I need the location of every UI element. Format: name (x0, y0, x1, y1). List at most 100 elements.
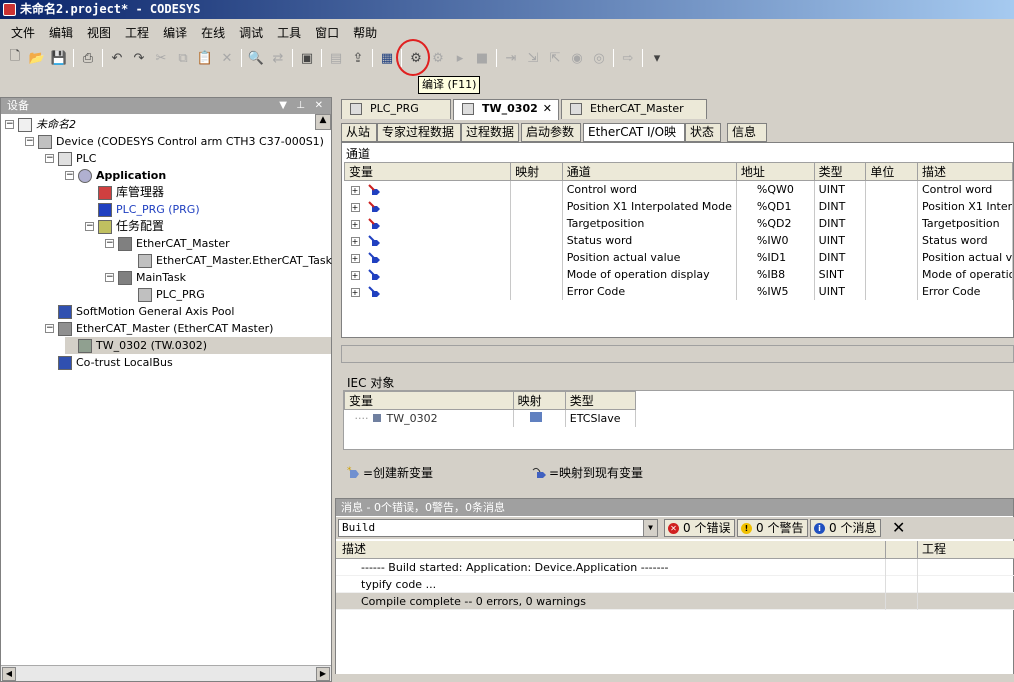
channel-row[interactable]: + Error Code %IW5 UINT Error Code (344, 282, 1014, 300)
expand-toggle-icon[interactable]: + (350, 270, 360, 280)
tree-item[interactable]: PLC_PRG (125, 286, 205, 303)
mapping-cell[interactable] (510, 282, 563, 300)
iec-variable-cell[interactable]: ···· TW_0302 (344, 409, 514, 427)
redo-icon[interactable]: ↷ (128, 47, 150, 69)
toolbar-options-icon[interactable]: ▾ (646, 47, 668, 69)
menu-item-8[interactable]: 窗口 (308, 23, 346, 43)
errors-filter-button[interactable]: ✕ 0 个错误 (664, 519, 736, 537)
warnings-filter-button[interactable]: ! 0 个警告 (737, 519, 809, 537)
sub-tab[interactable]: 状态 (685, 123, 721, 142)
stop-icon[interactable]: ■ (471, 47, 493, 69)
expand-toggle-icon[interactable]: + (350, 253, 360, 263)
variable-cell[interactable]: + (344, 180, 512, 198)
scroll-right-icon[interactable]: ▶ (316, 667, 330, 681)
run-icon[interactable]: ▸ (449, 47, 471, 69)
variable-cell[interactable]: + (344, 214, 512, 232)
open-folder-icon[interactable]: 📂 (26, 47, 48, 69)
close-tab-icon[interactable]: ✕ (543, 100, 552, 118)
collapse-toggle-icon[interactable]: − (25, 137, 34, 146)
menu-item-6[interactable]: 调试 (232, 23, 270, 43)
menu-item-7[interactable]: 工具 (270, 23, 308, 43)
iec-row[interactable]: ···· TW_0302 ETCSlave (344, 409, 637, 427)
message-row[interactable]: Compile complete -- 0 errors, 0 warnings (336, 593, 1014, 610)
collapse-toggle-icon[interactable]: − (45, 324, 54, 333)
message-row[interactable]: typify code ... (336, 576, 1014, 593)
menu-item-2[interactable]: 视图 (80, 23, 118, 43)
undo-icon[interactable]: ↶ (106, 47, 128, 69)
mapping-cell[interactable] (510, 214, 563, 232)
tree-item[interactable]: − PLC (45, 150, 96, 167)
breakpoint-icon[interactable]: ◉ (566, 47, 588, 69)
logout-icon[interactable]: ⚙ (427, 47, 449, 69)
collapse-toggle-icon[interactable]: − (105, 239, 114, 248)
mapping-cell[interactable] (510, 231, 563, 249)
sub-tab[interactable]: 从站 (341, 123, 377, 142)
tree-item[interactable]: SoftMotion General Axis Pool (45, 303, 234, 320)
column-header[interactable]: 通道 (561, 162, 737, 181)
iec-column-header[interactable]: 类型 (564, 391, 637, 410)
iec-column-header[interactable]: 映射 (512, 391, 566, 410)
variable-cell[interactable]: + (344, 231, 512, 249)
sub-tab[interactable]: 信息 (727, 123, 767, 142)
tree-item[interactable]: − Application (65, 167, 166, 184)
variable-cell[interactable]: + (344, 197, 512, 215)
sub-tab[interactable]: EtherCAT I/O映射 (583, 123, 685, 156)
tree-item[interactable]: 库管理器 (85, 184, 164, 201)
show-next-statement-icon[interactable]: ⇨ (617, 47, 639, 69)
tree-item[interactable]: − MainTask (105, 269, 186, 286)
mapping-cell[interactable] (510, 265, 563, 283)
variable-cell[interactable]: + (344, 248, 512, 266)
tree-item[interactable]: TW_0302 (TW.0302) (65, 337, 331, 354)
tree-item[interactable]: − EtherCAT_Master (105, 235, 230, 252)
sub-tab[interactable]: 专家过程数据 (377, 123, 461, 142)
set-active-icon[interactable]: ⇪ (347, 47, 369, 69)
expand-toggle-icon[interactable]: + (350, 287, 360, 297)
new-file-icon[interactable]: 🗋 (4, 47, 26, 69)
add-object-icon[interactable]: ▤ (325, 47, 347, 69)
close-icon[interactable]: ✕ (315, 98, 323, 114)
tree-item[interactable]: − EtherCAT_Master (EtherCAT Master) (45, 320, 273, 337)
column-header[interactable]: 变量 (343, 162, 512, 181)
mapping-cell[interactable] (510, 197, 563, 215)
iec-mapping-cell[interactable] (513, 409, 566, 427)
sub-tab[interactable]: 过程数据 (461, 123, 519, 142)
save-icon[interactable]: 💾 (48, 47, 70, 69)
tree-item[interactable]: − 任务配置 (85, 218, 164, 235)
channel-row[interactable]: + Position actual value %ID1 DINT Position a… (344, 248, 1014, 266)
scroll-left-icon[interactable]: ◀ (2, 667, 16, 681)
mapping-cell[interactable] (510, 180, 563, 198)
scroll-up-icon[interactable]: ▲ (315, 114, 331, 130)
step-out-icon[interactable]: ⇱ (544, 47, 566, 69)
step-into-icon[interactable]: ⇲ (522, 47, 544, 69)
select-all-icon[interactable]: ▣ (296, 47, 318, 69)
doc-tab[interactable]: EtherCAT_Master (561, 99, 707, 119)
menu-item-0[interactable]: 文件 (4, 23, 42, 43)
dropdown-icon[interactable]: ▼ (279, 98, 287, 114)
menu-item-3[interactable]: 工程 (118, 23, 156, 43)
variable-cell[interactable]: + (344, 282, 512, 300)
find-icon[interactable]: 🔍 (245, 47, 267, 69)
build-icon[interactable]: ▦ (376, 47, 398, 69)
channel-scrollbar[interactable] (341, 345, 1014, 363)
iec-column-header[interactable]: 变量 (344, 391, 514, 410)
collapse-toggle-icon[interactable]: − (65, 171, 74, 180)
column-header[interactable]: 映射 (510, 162, 563, 181)
channel-row[interactable]: + Status word %IW0 UINT Status word (344, 231, 1014, 249)
expand-toggle-icon[interactable]: + (350, 219, 360, 229)
replace-icon[interactable]: ⇄ (267, 47, 289, 69)
print-icon[interactable]: ⎙ (77, 47, 99, 69)
collapse-toggle-icon[interactable]: − (45, 154, 54, 163)
toggle-breakpoint-icon[interactable]: ◎ (588, 47, 610, 69)
expand-toggle-icon[interactable]: + (350, 185, 360, 195)
tree-item[interactable]: EtherCAT_Master.EtherCAT_Task (125, 252, 332, 269)
delete-icon[interactable]: ✕ (216, 47, 238, 69)
channel-row[interactable]: + Targetposition %QD2 DINT Targetposition (344, 214, 1014, 232)
expand-toggle-icon[interactable]: + (350, 236, 360, 246)
collapse-toggle-icon[interactable]: − (85, 222, 94, 231)
column-header[interactable]: 描述 (916, 162, 1014, 181)
expand-toggle-icon[interactable]: + (350, 202, 360, 212)
copy-icon[interactable]: ⧉ (172, 47, 194, 69)
mapping-cell[interactable] (510, 248, 563, 266)
menu-item-5[interactable]: 在线 (194, 23, 232, 43)
message-source-select[interactable]: Build ▼ (338, 519, 658, 537)
